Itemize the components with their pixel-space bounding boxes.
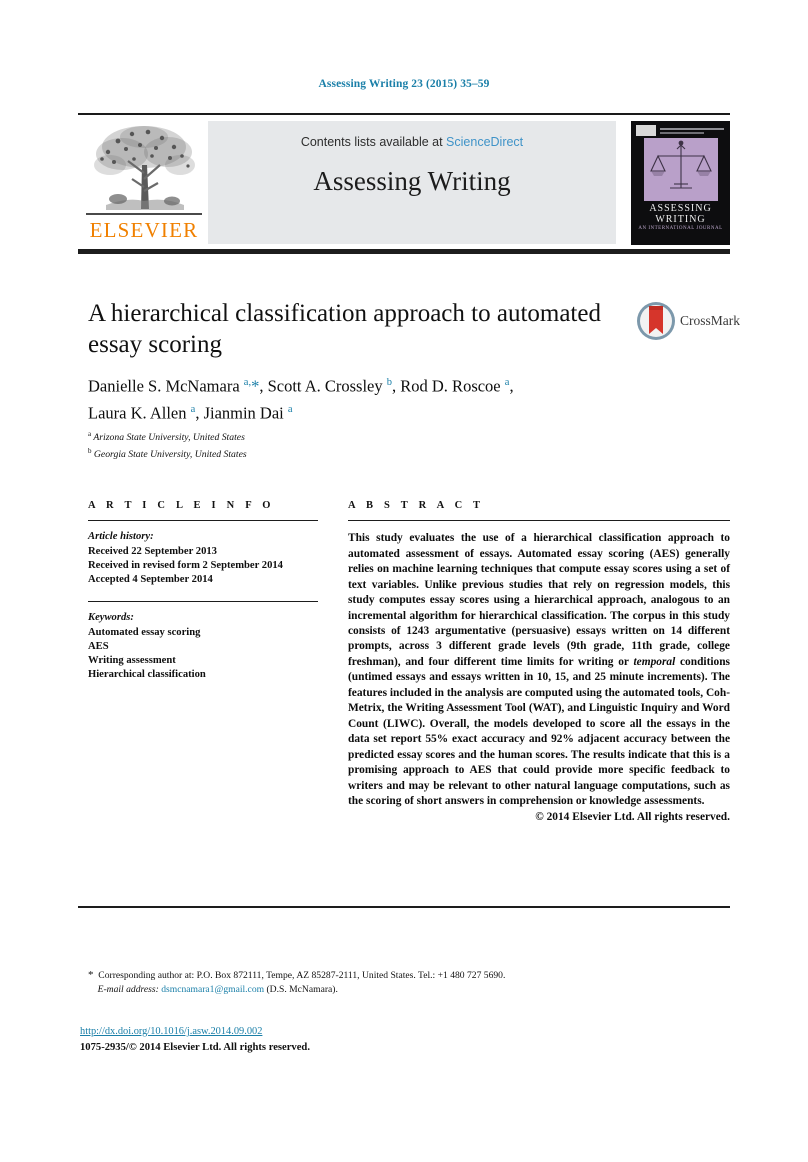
doi-link[interactable]: http://dx.doi.org/10.1016/j.asw.2014.09.…	[80, 1026, 262, 1037]
affiliation-marker: b	[88, 446, 92, 455]
affiliation-list: a Arizona State University, United State…	[88, 428, 568, 461]
abstract-copyright: © 2014 Elsevier Ltd. All rights reserved…	[535, 811, 730, 824]
affiliation-text: Georgia State University, United States	[93, 448, 247, 460]
keywords-rule	[88, 601, 318, 603]
corresponding-author-note: * Corresponding author at: P.O. Box 8721…	[88, 969, 506, 995]
elsevier-tree-icon	[94, 126, 195, 210]
journal-title: Assessing Writing	[313, 166, 511, 196]
article-history-label: Article history:	[88, 531, 154, 543]
sciencedirect-link[interactable]: ScienceDirect	[446, 135, 523, 149]
keyword-item: AES	[88, 640, 109, 652]
running-head: Assessing Writing 23 (2015) 35–59	[318, 78, 490, 90]
elsevier-logo-rule	[86, 213, 202, 215]
masthead-bottom-rule	[78, 249, 730, 254]
affiliation-item: b Georgia State University, United State…	[88, 445, 568, 462]
article-info-rule	[88, 520, 318, 522]
cover-title-line-2: WRITING	[655, 214, 706, 225]
keyword-item: Writing assessment	[88, 655, 176, 667]
keyword-item: Automated essay scoring	[88, 626, 201, 638]
contents-available-prefix: Contents lists available at	[300, 135, 447, 149]
crossmark-badge[interactable]: CrossMark	[636, 301, 740, 343]
keyword-item: Hierarchical classification	[88, 669, 206, 681]
crossmark-icon	[637, 302, 675, 340]
cover-top-line-1	[660, 128, 724, 130]
abstract-column: A B S T R A C T This study evaluates the…	[348, 500, 730, 823]
balance-scale-icon	[650, 140, 712, 189]
elsevier-wordmark: ELSEVIER	[89, 218, 199, 242]
article-history-item: Received in revised form 2 September 201…	[88, 559, 283, 571]
masthead-top-rule	[78, 113, 730, 115]
article-history-item: Accepted 4 September 2014	[88, 573, 213, 585]
cover-publisher-badge	[636, 125, 656, 136]
footer-rule	[78, 906, 730, 909]
journal-article-first-page: Assessing Writing 23 (2015) 35–59 ELSEVI…	[0, 0, 808, 1162]
abstract-body: This study evaluates the use of a hierar…	[348, 532, 730, 807]
journal-cover-thumbnail: ASSESSING WRITING AN INTERNATIONAL JOURN…	[631, 121, 730, 245]
crossmark-label: CrossMark	[680, 313, 740, 328]
article-history-block: Article history: Received 22 September 2…	[88, 530, 318, 587]
affiliation-item: a Arizona State University, United State…	[88, 428, 568, 445]
cover-artwork	[644, 138, 718, 201]
article-history-item: Received 22 September 2013	[88, 545, 217, 557]
affiliation-text: Arizona State University, United States	[93, 432, 245, 444]
page-title: A hierarchical classification approach t…	[88, 300, 601, 358]
article-info-column: A R T I C L E I N F O Article history: R…	[88, 500, 318, 682]
author-list: Danielle S. McNamara a,*, Scott A. Cross…	[88, 376, 514, 423]
abstract-heading: A B S T R A C T	[348, 500, 485, 511]
abstract-rule	[348, 520, 730, 522]
keywords-label: Keywords:	[88, 612, 134, 624]
sciencedirect-panel: Contents lists available at ScienceDirec…	[208, 121, 616, 244]
cover-journal-title: ASSESSING WRITING	[631, 203, 730, 225]
journal-masthead: ELSEVIER Contents lists available at Sci…	[78, 113, 730, 245]
issn-copyright-line: 1075-2935/© 2014 Elsevier Ltd. All right…	[80, 1042, 310, 1053]
cover-top-line-2	[660, 132, 704, 134]
cover-top-bar	[636, 125, 725, 136]
keywords-block: Keywords: Automated essay scoring AES Wr…	[88, 611, 318, 682]
elsevier-logo: ELSEVIER	[80, 121, 208, 245]
cover-subtitle: AN INTERNATIONAL JOURNAL	[638, 226, 723, 231]
affiliation-marker: a	[88, 430, 92, 438]
cover-title-line-1: ASSESSING	[649, 203, 712, 214]
article-info-heading: A R T I C L E I N F O	[88, 500, 275, 511]
contents-available-line: Contents lists available at ScienceDirec…	[208, 135, 616, 149]
